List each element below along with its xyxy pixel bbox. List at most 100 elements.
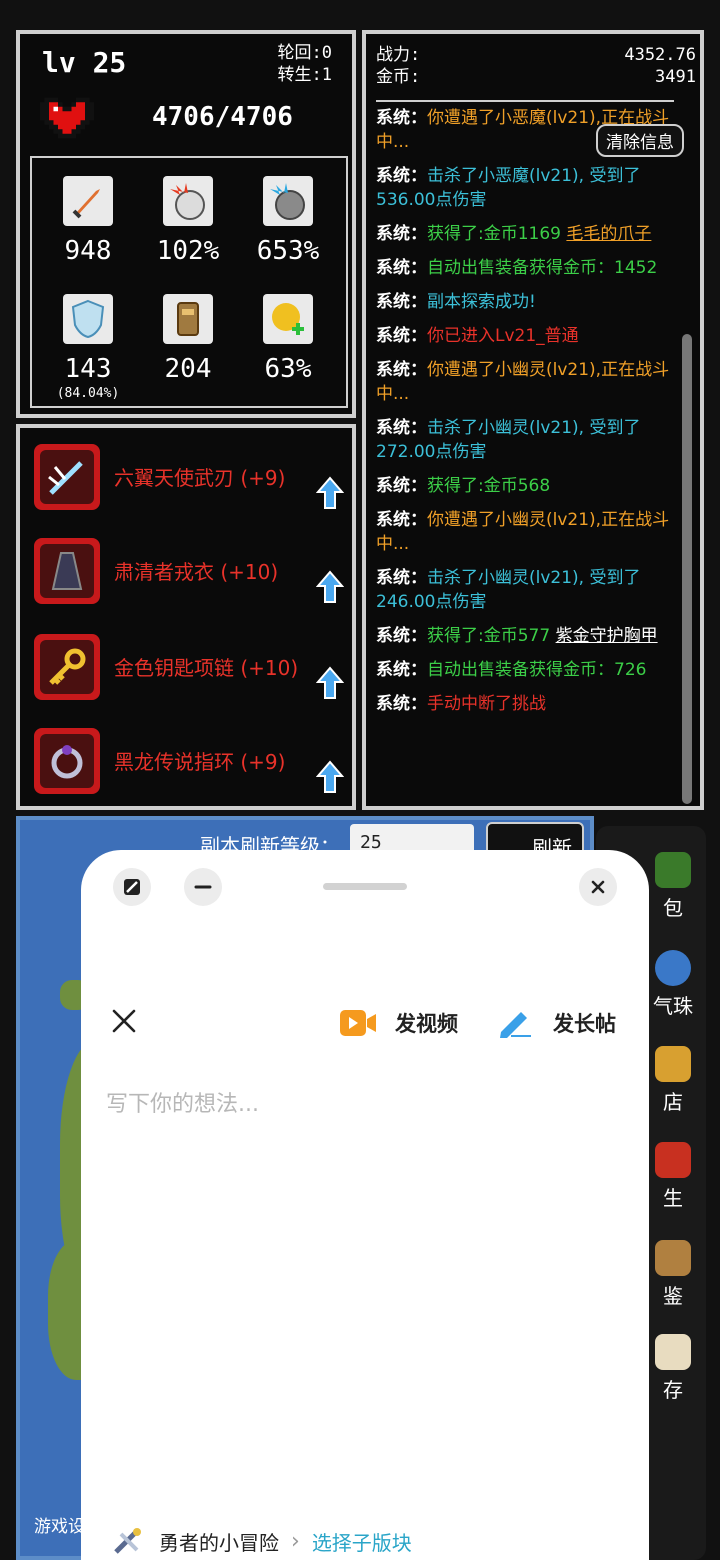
attack-value: 948 [64,236,112,266]
rebirth-info: 轮回:0 转生:1 [278,42,332,86]
menu-codex[interactable]: 鉴 [640,1240,706,1309]
equipment-name: 六翼天使武刃 (+9) [114,466,286,490]
menu-rebirth[interactable]: 生 [640,1142,706,1211]
log-entry: 系统：你遭遇了小幽灵(lv21),正在战斗中... [376,508,682,556]
stat-crit-rate: 102% [140,176,236,266]
log-entry: 系统：击杀了小幽灵(lv21), 受到了246.00点伤害 [376,566,682,614]
shield-icon [63,294,113,344]
log-source: 系统： [376,360,427,380]
stats-panel: lv 25 轮回:0 转生:1 4706/4706 948 102% 653% [16,30,356,418]
menu-label: 店 [663,1090,683,1114]
log-entry: 系统：击杀了小恶魔(lv21), 受到了536.00点伤害 [376,164,682,212]
close-sheet-button[interactable] [579,868,617,906]
expand-icon [124,879,140,895]
toughness-value: 204 [164,354,212,384]
level-text: lv 25 [42,46,127,79]
power-gold-summary: 战力: 4352.76 金币: 3491 [376,44,696,88]
log-entry: 系统：获得了:金币1169 毛毛的爪子 [376,222,682,246]
hp-value: 4706/4706 [152,102,293,132]
divider [376,100,674,102]
log-entry: 系统：自动出售装备获得金币：1452 [376,256,682,280]
log-entry: 系统：获得了:金币577 紫金守护胸甲 [376,624,682,648]
stat-heal: 63% [240,294,336,384]
battle-log-panel: 战力: 4352.76 金币: 3491 系统：你遭遇了小恶魔(lv21),正在战斗… [362,30,704,810]
minimize-button[interactable] [184,868,222,906]
menu-label: 气珠 [653,994,693,1018]
log-source: 系统： [376,166,427,186]
stat-grid: 948 102% 653% 143 (84.04%) 204 63% [30,156,348,408]
stat-attack: 948 [40,176,136,266]
equipment-row[interactable]: 六翼天使武刃 (+9) [34,444,344,514]
log-source: 系统： [376,292,427,312]
upgrade-arrow-icon[interactable] [316,666,344,700]
post-compose-sheet: 发视频 发长帖 写下你的想法... 勇者的小冒险 › 选择子版块 [81,850,649,1560]
crit-damage-icon [263,176,313,226]
rebirth-count: 转生:1 [277,65,332,85]
log-entry: 系统：你遭遇了小幽灵(lv21),正在战斗中... [376,358,682,406]
upgrade-arrow-icon[interactable] [316,476,344,510]
sword-icon [63,176,113,226]
board-selector[interactable]: 勇者的小冒险 › 选择子版块 [113,1526,412,1556]
minus-icon [194,885,212,889]
log-source: 系统： [376,660,427,680]
menu-orb[interactable]: 气珠 [640,950,706,1019]
equipment-name: 黑龙传说指环 (+9) [114,750,286,774]
item-link[interactable]: 毛毛的爪子 [566,224,651,244]
equipment-panel: 六翼天使武刃 (+9) 肃清者戎衣 (+10) 金色钥匙项链 (+10) 黑龙传… [16,424,356,810]
log-source: 系统： [376,258,427,278]
log-text: 获得了:金币1169 [427,224,561,244]
upgrade-arrow-icon[interactable] [316,760,344,794]
equipment-row[interactable]: 肃清者戎衣 (+10) [34,538,344,608]
log-text: 获得了:金币568 [427,476,551,496]
game-settings-label[interactable]: 游戏设 [34,1512,85,1537]
crit-rate-value: 102% [156,236,220,266]
log-text: 获得了:金币577 [427,626,551,646]
post-long-label: 发长帖 [553,1012,616,1036]
log-scrollbar[interactable] [682,334,692,804]
power-value: 4352.76 [624,45,696,65]
upgrade-arrow-icon[interactable] [316,570,344,604]
menu-shop[interactable]: 店 [640,1046,706,1115]
gold-value: 3491 [655,67,696,87]
log-list[interactable]: 系统：你遭遇了小恶魔(lv21),正在战斗中... 系统：击杀了小恶魔(lv21)… [376,106,682,726]
equipment-row[interactable]: 金色钥匙项链 (+10) [34,634,344,704]
log-source: 系统： [376,568,427,588]
log-source: 系统： [376,626,427,646]
post-long-button[interactable]: 发长帖 [497,1008,616,1038]
drag-handle[interactable] [323,883,407,890]
menu-bag[interactable]: 包 [640,852,706,921]
menu-label: 鉴 [663,1284,683,1308]
rebirth-book-icon [655,1142,691,1178]
heal-value: 63% [264,354,312,384]
item-link[interactable]: 紫金守护胸甲 [556,626,658,646]
equipment-name: 肃清者戎衣 (+10) [114,560,279,584]
crit-burst-icon [163,176,213,226]
stat-defense: 143 (84.04%) [40,294,136,401]
menu-label: 存 [663,1378,683,1402]
post-video-button[interactable]: 发视频 [339,1008,458,1038]
post-video-label: 发视频 [395,1012,458,1036]
crit-damage-value: 653% [256,236,320,266]
log-source: 系统： [376,694,427,714]
close-icon[interactable] [107,1004,141,1038]
codex-icon [655,1240,691,1276]
log-entry: 系统：手动中断了挑战 [376,692,682,716]
armor-icon [163,294,213,344]
reincarnation-count: 轮回:0 [277,43,332,63]
clear-info-button[interactable]: 清除信息 [596,124,684,157]
log-source: 系统： [376,476,427,496]
log-entry: 系统：副本探索成功! [376,290,682,314]
power-label: 战力: [376,45,421,65]
choose-sub-board[interactable]: 选择子版块 [312,1527,412,1556]
log-entry: 系统：自动出售装备获得金币：726 [376,658,682,682]
post-text-input[interactable]: 写下你的想法... [106,1086,259,1118]
equipment-row[interactable]: 黑龙传说指环 (+9) [34,728,344,798]
video-icon [340,1010,376,1036]
log-text: 你已进入Lv21_普通 [427,326,579,346]
expand-button[interactable] [113,868,151,906]
menu-save[interactable]: 存 [640,1334,706,1403]
scroll-icon [655,1334,691,1370]
gold-label: 金币: [376,67,421,87]
log-source: 系统： [376,224,427,244]
log-source: 系统： [376,326,427,346]
